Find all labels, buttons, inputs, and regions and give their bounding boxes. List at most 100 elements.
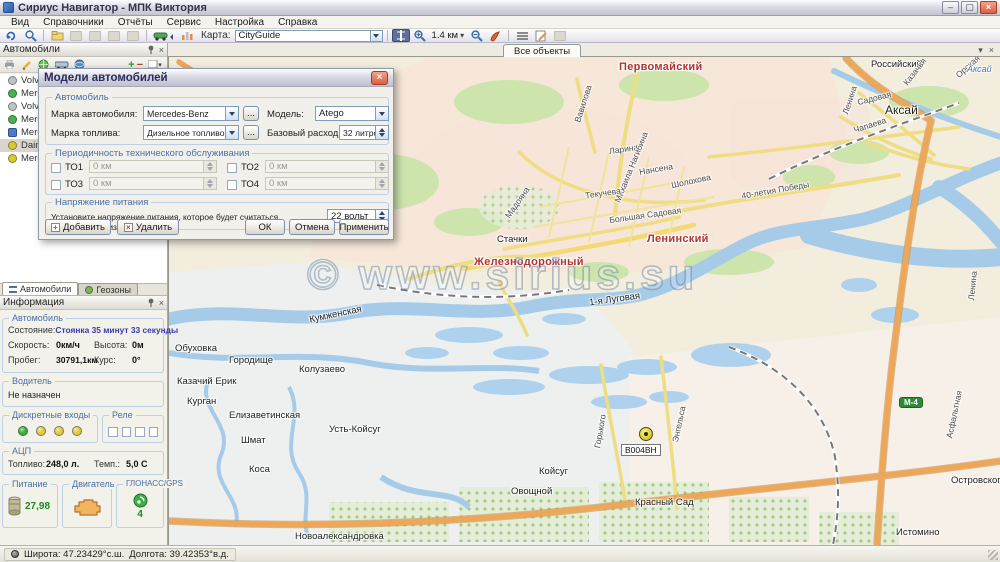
search-button[interactable] — [21, 29, 39, 42]
folder-icon — [51, 30, 64, 41]
chevron-down-icon[interactable] — [225, 107, 238, 120]
open-button[interactable] — [48, 29, 66, 42]
map-label: Шмат — [241, 435, 266, 446]
close-icon[interactable]: × — [371, 71, 388, 85]
state-value: Стоянка 35 минут 33 секунды — [55, 325, 178, 335]
menu-bar: Вид Справочники Отчёты Сервис Настройка … — [0, 16, 1000, 29]
close-icon[interactable]: × — [989, 45, 994, 56]
course-value: 0° — [132, 355, 141, 365]
fuel-more-button[interactable]: ... — [243, 125, 259, 140]
map-label: Островского — [951, 475, 1000, 486]
menu-service[interactable]: Сервис — [160, 17, 208, 28]
voltage-value: 27,98 — [25, 501, 50, 512]
zoom-in-button[interactable] — [411, 29, 429, 42]
spinner-arrows[interactable] — [375, 126, 388, 139]
vehicle-state-group: Автомобиль Состояние: Стоянка 35 минут 3… — [2, 318, 164, 373]
zoom-ruler-button[interactable] — [392, 29, 410, 42]
window-title: Сириус Навигатор - МПК Виктория — [18, 2, 207, 14]
print-button[interactable] — [2, 58, 17, 71]
input-led — [18, 426, 28, 436]
tab-all-objects[interactable]: Все объекты — [503, 44, 581, 57]
maximize-button[interactable]: ▢ — [961, 1, 978, 14]
chevron-down-icon[interactable] — [225, 126, 238, 139]
app-icon — [3, 2, 14, 13]
input-led — [36, 426, 46, 436]
cancel-button[interactable]: Отмена — [289, 219, 335, 235]
menu-settings[interactable]: Настройка — [208, 17, 271, 28]
consumption-spinner[interactable]: 32 литров — [339, 125, 389, 140]
to4-checkbox[interactable]: ТО4 — [227, 179, 259, 190]
engine-group: Двигатель — [62, 484, 112, 528]
ok-button[interactable]: ОК — [245, 219, 285, 235]
dock-tab-strip: Автомобили Геозоны — [0, 283, 167, 296]
menu-directories[interactable]: Справочники — [36, 17, 111, 28]
close-icon[interactable]: × — [159, 298, 164, 308]
to3-checkbox[interactable]: ТО3 — [51, 179, 83, 190]
fuel-value: 248,0 л. — [46, 459, 94, 469]
relay-checkbox[interactable] — [135, 427, 145, 437]
temp-value: 5,0 С — [126, 459, 148, 469]
home-position-button[interactable] — [486, 29, 504, 42]
edit-map-button[interactable] — [532, 29, 550, 42]
relay-checkbox[interactable] — [149, 427, 159, 437]
map-label: Курган — [187, 396, 216, 407]
map-label: Стачки — [497, 234, 528, 245]
fuel-combo[interactable]: Дизельное топливо — [143, 125, 239, 140]
map-label: Койсуг — [539, 466, 568, 477]
apply-button[interactable]: Применить — [339, 219, 389, 235]
relay-checkbox[interactable] — [108, 427, 118, 437]
menu-view[interactable]: Вид — [4, 17, 36, 28]
chart-button[interactable] — [178, 29, 196, 42]
model-combo[interactable]: Atego — [315, 106, 389, 121]
globe-icon — [85, 286, 93, 294]
close-icon[interactable]: × — [159, 45, 164, 55]
driver-group: Водитель Не назначен — [2, 381, 164, 407]
map-label: Казачий Ерик — [177, 376, 236, 387]
edit-list-button[interactable] — [19, 58, 34, 71]
to1-checkbox[interactable]: ТО1 — [51, 162, 83, 173]
chart-icon — [181, 30, 193, 41]
map-combo-label: Карта: — [201, 30, 231, 41]
gps-group: ГЛОНАСС/GPS 4 — [116, 484, 164, 528]
paste-button-disabled — [86, 29, 104, 42]
add-table-icon: + — [51, 223, 60, 232]
map-label: Первомайский — [619, 61, 703, 73]
zoom-out-button[interactable] — [467, 29, 485, 42]
brand-more-button[interactable]: ... — [243, 106, 259, 121]
vehicle-plate-label: В004ВН — [621, 444, 661, 456]
menu-reports[interactable]: Отчёты — [111, 17, 160, 28]
resize-grip[interactable] — [988, 550, 998, 560]
refresh-button[interactable] — [2, 29, 20, 42]
map-label: Елизаветинская — [229, 410, 300, 421]
close-button[interactable]: × — [980, 1, 997, 14]
speed-value: 0км/ч — [56, 340, 94, 350]
minimize-button[interactable]: – — [942, 1, 959, 14]
map-label: Усть-Койсуг — [329, 424, 381, 435]
chevron-down-icon[interactable] — [370, 31, 382, 41]
relay-checkbox[interactable] — [122, 427, 132, 437]
pin-icon[interactable] — [147, 298, 155, 307]
pin-icon[interactable] — [147, 45, 155, 54]
layers-icon — [517, 31, 528, 41]
add-button[interactable]: + Добавить — [45, 219, 111, 235]
home-icon — [489, 30, 501, 42]
chevron-down-icon[interactable] — [375, 107, 388, 120]
latitude-value: Широта: 47.23429°с.ш. — [24, 549, 124, 560]
chevron-down-icon[interactable]: ▾ — [978, 45, 983, 56]
vehicle-tracking-button[interactable] — [151, 29, 177, 42]
vehicle-marker-icon[interactable] — [639, 427, 653, 441]
layers-button[interactable] — [513, 29, 531, 42]
map-combo[interactable]: CityGuide — [235, 30, 383, 42]
watermark: © www.sirius.su — [307, 251, 698, 300]
dialog-title-bar[interactable]: Модели автомобилей × — [39, 69, 393, 87]
tab-geozones[interactable]: Геозоны — [78, 283, 138, 295]
brand-combo[interactable]: Mercedes-Benz — [143, 106, 239, 121]
scale-dropdown[interactable]: 1.4 км ▾ — [430, 30, 467, 41]
delete-button[interactable]: × Удалить — [117, 219, 179, 235]
menu-help[interactable]: Справка — [271, 17, 324, 28]
undo-button-disabled — [105, 29, 123, 42]
tab-vehicles[interactable]: Автомобили — [2, 282, 78, 295]
highway-badge: М-4 — [899, 397, 923, 408]
refresh-icon — [5, 30, 17, 42]
to2-checkbox[interactable]: ТО2 — [227, 162, 259, 173]
